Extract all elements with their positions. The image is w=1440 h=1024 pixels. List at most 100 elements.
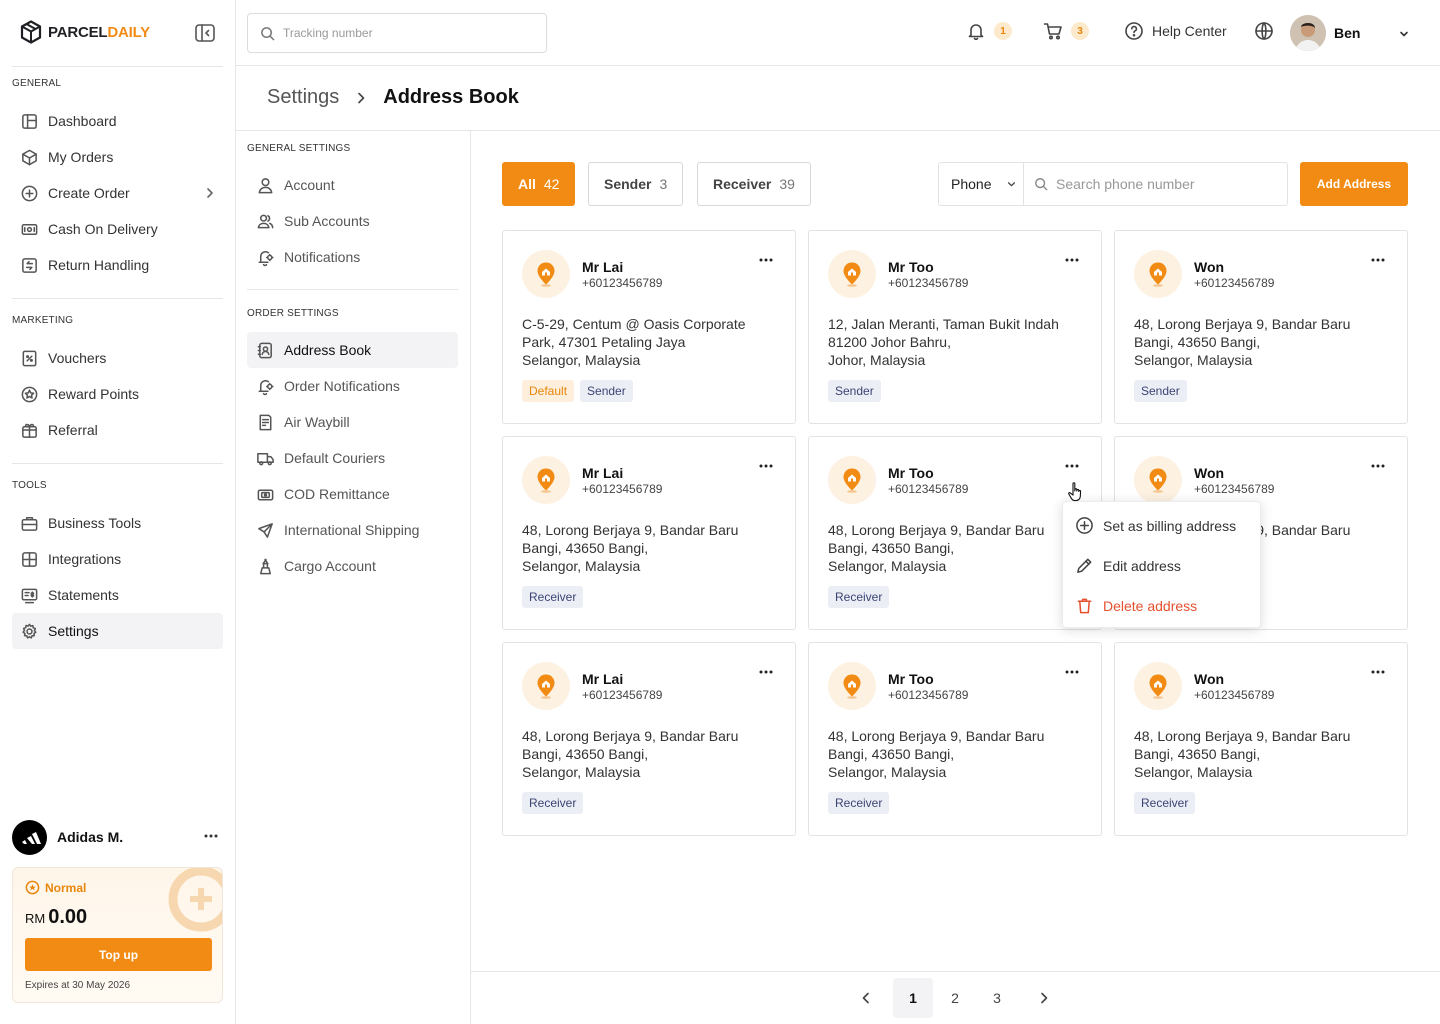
plus-circle-icon bbox=[21, 185, 38, 201]
sidebar-item-settings[interactable]: Settings bbox=[12, 613, 223, 649]
address-card: Mr Lai +60123456789 48, Lorong Berjaya 9, … bbox=[502, 642, 796, 836]
page-header: Settings Address Book bbox=[236, 66, 1440, 131]
address-card: Mr Too +60123456789 48, Lorong Berjaya 9, … bbox=[808, 642, 1102, 836]
settings-item-label: Notifications bbox=[284, 249, 361, 265]
cargo-icon bbox=[259, 558, 272, 574]
brand-logo[interactable]: PARCELDAILY bbox=[20, 20, 150, 44]
user-name[interactable]: Ben bbox=[1334, 25, 1360, 41]
sidebar-item-statements[interactable]: Statements bbox=[12, 577, 223, 613]
page-button-3[interactable]: 3 bbox=[977, 978, 1017, 1018]
sidebar-item-create-order[interactable]: Create Order bbox=[12, 175, 223, 211]
more-options-icon[interactable] bbox=[758, 458, 774, 474]
address-line: Johor, Malaysia bbox=[828, 352, 926, 368]
waybill-icon bbox=[259, 414, 272, 430]
contact-phone: +60123456789 bbox=[582, 276, 663, 290]
account-row[interactable]: Adidas M. bbox=[12, 819, 223, 855]
tracking-number-input[interactable] bbox=[283, 26, 523, 40]
address-line: 48, Lorong Berjaya 9, Bandar Baru bbox=[828, 728, 1045, 744]
sidebar-item-referral[interactable]: Referral bbox=[12, 412, 223, 448]
settings-item-address-book[interactable]: Address Book bbox=[247, 332, 458, 368]
box-icon bbox=[22, 149, 37, 165]
sidebar-item-my-orders[interactable]: My Orders bbox=[12, 139, 223, 175]
settings-item-account[interactable]: Account bbox=[247, 167, 458, 203]
more-options-icon[interactable] bbox=[1370, 458, 1386, 474]
notifications-button[interactable]: 1 bbox=[966, 21, 1012, 41]
top-up-button[interactable]: Top up bbox=[25, 938, 212, 971]
address-line: Bangi, 43650 Bangi, bbox=[1134, 746, 1261, 762]
next-page-button[interactable] bbox=[1024, 978, 1064, 1018]
edit-address-item[interactable]: Edit address bbox=[1075, 556, 1181, 575]
set-billing-address-item[interactable]: Set as billing address bbox=[1075, 516, 1236, 535]
page-button-1[interactable]: 1 bbox=[893, 978, 933, 1018]
location-pin-icon bbox=[522, 250, 570, 298]
users-icon bbox=[257, 214, 274, 228]
settings-item-label: Sub Accounts bbox=[284, 213, 370, 229]
more-options-icon[interactable] bbox=[1370, 252, 1386, 268]
add-address-button[interactable]: Add Address bbox=[1300, 162, 1408, 206]
cart-button[interactable]: 3 bbox=[1043, 21, 1089, 41]
settings-item-order-notifications[interactable]: Order Notifications bbox=[247, 368, 458, 404]
search-icon bbox=[1035, 178, 1048, 191]
more-options-icon[interactable] bbox=[1064, 458, 1080, 474]
sidebar-item-reward-points[interactable]: Reward Points bbox=[12, 376, 223, 412]
address-card: Mr Too +60123456789 12, Jalan Meranti, Tam… bbox=[808, 230, 1102, 424]
settings-item-international-shipping[interactable]: International Shipping bbox=[247, 512, 458, 548]
voucher-icon bbox=[22, 350, 37, 366]
settings-item-cod-remittance[interactable]: COD Remittance bbox=[247, 476, 458, 512]
settings-item-notifications[interactable]: Notifications bbox=[247, 239, 458, 275]
filter-receiver[interactable]: Receiver 39 bbox=[697, 162, 811, 206]
breadcrumb-settings[interactable]: Settings bbox=[267, 86, 339, 109]
settings-item-default-couriers[interactable]: Default Couriers bbox=[247, 440, 458, 476]
prev-page-button[interactable] bbox=[846, 978, 886, 1018]
settings-item-sub-accounts[interactable]: Sub Accounts bbox=[247, 203, 458, 239]
sidebar-item-cash-on-delivery[interactable]: Cash On Delivery bbox=[12, 211, 223, 247]
sidebar-item-business-tools[interactable]: Business Tools bbox=[12, 505, 223, 541]
collapse-sidebar-icon[interactable] bbox=[194, 23, 216, 43]
sidebar-item-dashboard[interactable]: Dashboard bbox=[12, 103, 223, 139]
search-type-select[interactable]: Phone bbox=[938, 162, 1024, 206]
sidebar-item-vouchers[interactable]: Vouchers bbox=[12, 340, 223, 376]
more-icon[interactable] bbox=[203, 828, 219, 844]
divider bbox=[12, 66, 223, 67]
breadcrumb: Settings Address Book bbox=[267, 86, 519, 109]
sidebar-item-label: Vouchers bbox=[48, 350, 107, 366]
chevron-down-icon[interactable] bbox=[1396, 26, 1412, 42]
phone-search-input[interactable] bbox=[1056, 176, 1276, 192]
settings-item-label: COD Remittance bbox=[284, 486, 390, 502]
settings-item-label: Cargo Account bbox=[284, 558, 376, 574]
language-button[interactable] bbox=[1254, 21, 1274, 41]
contact-name: Won bbox=[1194, 465, 1225, 481]
sidebar-item-integrations[interactable]: Integrations bbox=[12, 541, 223, 577]
address-line: 48, Lorong Berjaya 9, Bandar Baru bbox=[1134, 316, 1351, 332]
user-avatar[interactable] bbox=[1290, 15, 1326, 51]
sidebar-item-return-handling[interactable]: Return Handling bbox=[12, 247, 223, 283]
contact-book-icon bbox=[257, 342, 272, 358]
location-pin-icon bbox=[828, 250, 876, 298]
sidebar-item-label: Settings bbox=[48, 623, 99, 639]
address-line: Park, 47301 Petaling Jaya bbox=[522, 334, 686, 350]
contact-phone: +60123456789 bbox=[888, 276, 969, 290]
more-options-icon[interactable] bbox=[1064, 664, 1080, 680]
user-icon bbox=[258, 177, 273, 193]
address-line: Selangor, Malaysia bbox=[522, 558, 641, 574]
address-tag-default: Default bbox=[522, 380, 575, 402]
more-options-icon[interactable] bbox=[758, 252, 774, 268]
contact-name: Mr Lai bbox=[582, 671, 624, 687]
address-card: Won+60123456789 48, Lorong Berjaya 9, Ban… bbox=[1114, 642, 1408, 836]
wallet-balance: RM 0.00 bbox=[25, 906, 88, 928]
help-center-link[interactable]: Help Center bbox=[1124, 21, 1227, 41]
wallet-card: Normal RM 0.00 Top up Expires at 30 May 2… bbox=[12, 867, 223, 1003]
contact-phone: +60123456789 bbox=[888, 688, 969, 702]
page-button-2[interactable]: 2 bbox=[935, 978, 975, 1018]
settings-item-air-waybill[interactable]: Air Waybill bbox=[247, 404, 458, 440]
more-options-icon[interactable] bbox=[1370, 664, 1386, 680]
filter-all[interactable]: All 42 bbox=[502, 162, 576, 206]
address-line: 48, Lorong Berjaya 9, Bandar Baru bbox=[1134, 728, 1351, 744]
more-options-icon[interactable] bbox=[758, 664, 774, 680]
filter-sender[interactable]: Sender 3 bbox=[588, 162, 684, 206]
delete-address-item[interactable]: Delete address bbox=[1075, 596, 1197, 615]
contact-phone: +60123456789 bbox=[582, 482, 663, 496]
settings-item-cargo-account[interactable]: Cargo Account bbox=[247, 548, 458, 584]
settings-item-label: Air Waybill bbox=[284, 414, 350, 430]
more-options-icon[interactable] bbox=[1064, 252, 1080, 268]
